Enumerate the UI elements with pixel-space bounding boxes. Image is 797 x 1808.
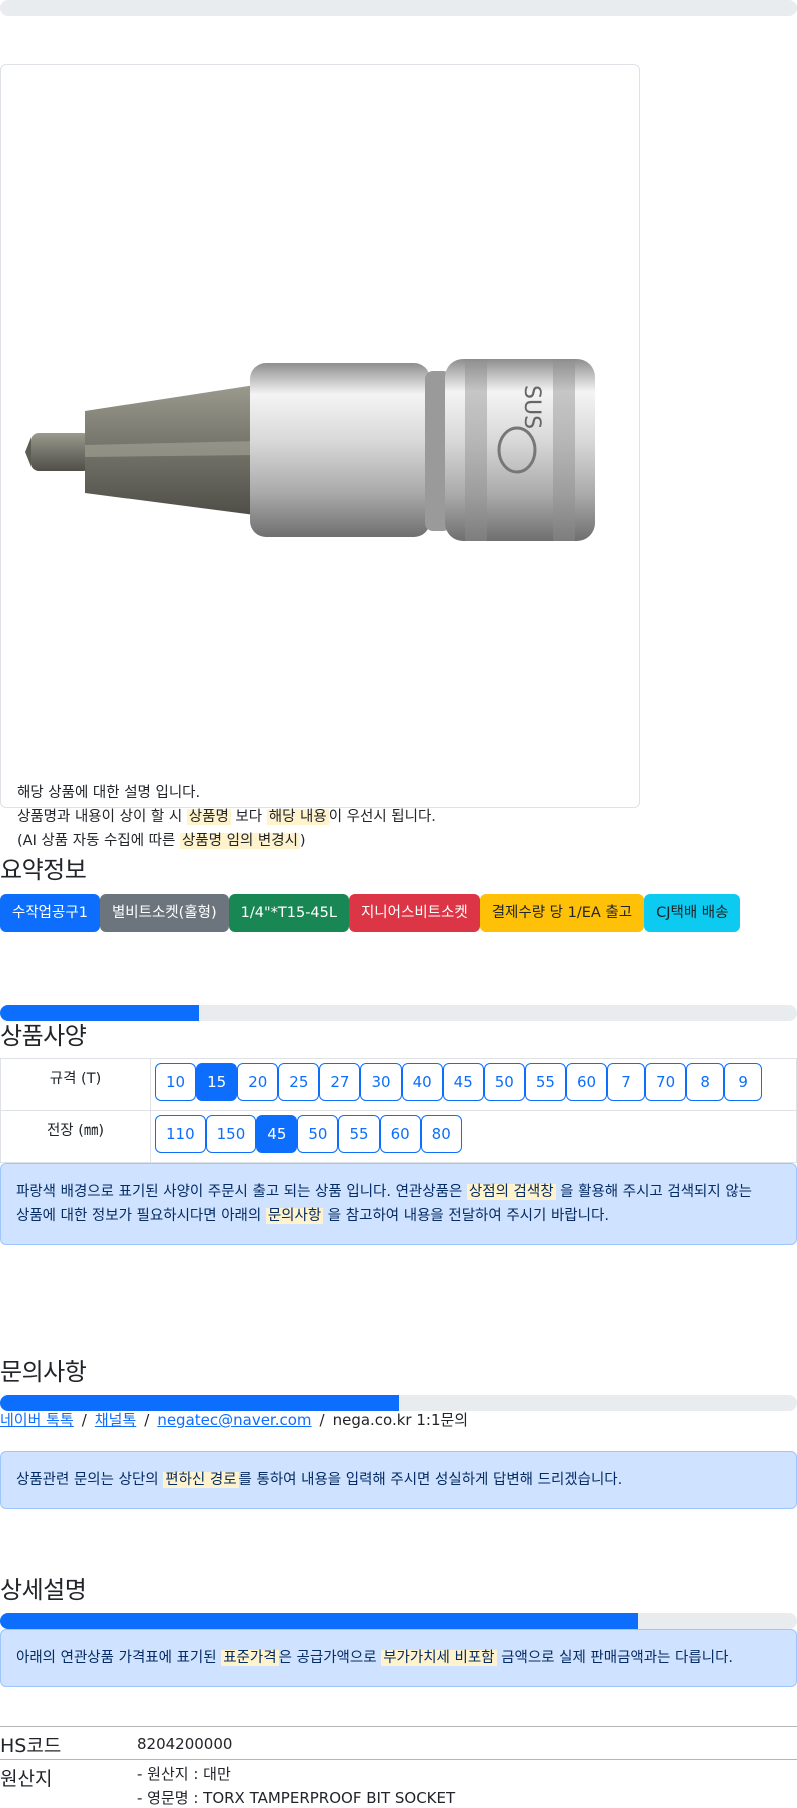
spec-option-button[interactable]: 50 <box>297 1115 339 1153</box>
spec-option-button[interactable]: 10 <box>155 1063 197 1101</box>
spec-option-button[interactable]: 60 <box>565 1063 608 1101</box>
highlight-standard-price: 표준가격 <box>221 1650 279 1666</box>
detail-progress-bar <box>0 1613 797 1629</box>
spec-label-size: 규격 (T) <box>1 1059 151 1110</box>
spec-option-button[interactable]: 40 <box>401 1063 443 1101</box>
spec-option-button[interactable]: 45 <box>256 1115 298 1153</box>
tag-category: 수작업공구1 <box>0 894 100 932</box>
highlight-search: 상점의 검색창 <box>466 1184 556 1200</box>
spec-option-button[interactable]: 9 <box>724 1063 763 1101</box>
tag-quantity: 결제수량 당 1/EA 출고 <box>479 894 645 932</box>
spec-option-button[interactable]: 70 <box>645 1063 687 1101</box>
top-progress-bar <box>0 0 797 16</box>
origin-value: - 원산지 : 대만 - 영문명 : TORX TAMPERPROOF BIT … <box>137 1762 455 1808</box>
product-image: SUS <box>25 359 595 541</box>
highlight-vat: 부가가치세 비포함 <box>381 1650 497 1666</box>
spec-row-length: 전장 (㎜) 110 150 45 50 55 60 80 <box>1 1111 796 1162</box>
highlight-inquiry: 문의사항 <box>265 1208 324 1224</box>
spec-option-button[interactable]: 7 <box>607 1063 646 1101</box>
spec-table: 규격 (T) 10 15 20 25 27 30 40 45 50 55 60 7 70 8 9 전장 (㎜… <box>0 1058 797 1163</box>
spec-option-button[interactable]: 20 <box>237 1063 279 1101</box>
origin-label: 원산지 <box>0 1768 53 1790</box>
spec-option-button[interactable]: 80 <box>420 1115 462 1153</box>
spec-option-button[interactable]: 15 <box>196 1063 238 1101</box>
tag-brand: 지니어스비트소켓 <box>348 894 480 932</box>
spec-option-button[interactable]: 50 <box>483 1063 525 1101</box>
highlight-route: 편하신 경로 <box>163 1472 239 1488</box>
summary-tags: 수작업공구1 별비트소켓(홀형) 1/4"*T15-45L 지니어스비트소켓 결… <box>0 894 741 932</box>
note-line-2: 상품명과 내용이 상이 할 시 상품명 보다 해당 내용 이 우선시 됩니다. <box>17 809 436 825</box>
highlight-content: 해당 내용 <box>266 809 329 825</box>
highlight-name-change: 상품명 임의 변경시 <box>179 833 300 849</box>
spec-options-length: 110 150 45 50 55 60 80 <box>151 1111 796 1162</box>
highlight-product-name: 상품명 <box>186 809 231 825</box>
spec-option-button[interactable]: 27 <box>319 1063 361 1101</box>
summary-title: 요약정보 <box>0 856 87 884</box>
spec-option-button[interactable]: 60 <box>379 1115 421 1153</box>
spec-title: 상품사양 <box>0 1022 87 1050</box>
email-link[interactable]: negatec@naver.com <box>157 1411 311 1429</box>
spec-progress-bar <box>0 1005 797 1021</box>
spec-option-button[interactable]: 30 <box>360 1063 402 1101</box>
spec-alert: 파랑색 배경으로 표기된 사양이 주문시 출고 되는 상품 입니다. 연관상품은… <box>0 1163 797 1245</box>
info-row-hs: HS코드 8204200000 <box>0 1726 797 1759</box>
spec-option-button[interactable]: 55 <box>338 1115 380 1153</box>
origin-line-2: - 영문명 : TORX TAMPERPROOF BIT SOCKET <box>137 1789 456 1807</box>
image-note: 해당 상품에 대한 설명 입니다. 상품명과 내용이 상이 할 시 상품명 보다… <box>17 781 436 853</box>
product-image-card: SUS 해당 상품에 대한 설명 입니다. 상품명과 내용이 상이 할 시 상품… <box>0 64 640 849</box>
site-inquiry-text: nega.co.kr 1:1문의 <box>332 1411 469 1429</box>
spec-row-size: 규격 (T) 10 15 20 25 27 30 40 45 50 55 60 7 70 8 9 <box>1 1059 796 1111</box>
inquiry-alert: 상품관련 문의는 상단의 편하신 경로 를 통하여 내용을 입력해 주시면 성실하… <box>0 1451 797 1509</box>
spec-option-button[interactable]: 110 <box>155 1115 206 1153</box>
tag-shipping: CJ택배 배송 <box>644 894 741 932</box>
naver-talk-link[interactable]: 네이버 톡톡 <box>0 1411 74 1429</box>
note-line-1: 해당 상품에 대한 설명 입니다. <box>17 785 201 801</box>
tag-type: 별비트소켓(홀형) <box>99 894 229 932</box>
spec-option-button[interactable]: 45 <box>442 1063 484 1101</box>
inquiry-title: 문의사항 <box>0 1358 87 1386</box>
origin-line-1: - 원산지 : 대만 <box>137 1765 231 1783</box>
hs-code-label: HS코드 <box>0 1735 62 1757</box>
spec-label-length: 전장 (㎜) <box>1 1111 151 1162</box>
spec-option-button[interactable]: 8 <box>686 1063 725 1101</box>
hs-code-value: 8204200000 <box>137 1735 233 1753</box>
tag-spec: 1/4"*T15-45L <box>228 894 349 932</box>
detail-title: 상세설명 <box>0 1576 87 1604</box>
spec-option-button[interactable]: 55 <box>524 1063 566 1101</box>
info-row-origin: 원산지 - 원산지 : 대만 - 영문명 : TORX TAMPERPROOF … <box>0 1759 797 1808</box>
spec-options-size: 10 15 20 25 27 30 40 45 50 55 60 7 70 8 9 <box>151 1059 796 1110</box>
channel-talk-link[interactable]: 채널톡 <box>95 1411 136 1429</box>
detail-alert: 아래의 연관상품 가격표에 표기된 표준가격 은 공급가액으로 부가가치세 비포함… <box>0 1629 797 1687</box>
spec-option-button[interactable]: 25 <box>278 1063 320 1101</box>
product-engraving: SUS <box>519 385 544 429</box>
contact-links: 네이버 톡톡 / 채널톡 / negatec@naver.com / nega.co.kr … <box>0 1411 469 1429</box>
spec-option-button[interactable]: 150 <box>205 1115 257 1153</box>
